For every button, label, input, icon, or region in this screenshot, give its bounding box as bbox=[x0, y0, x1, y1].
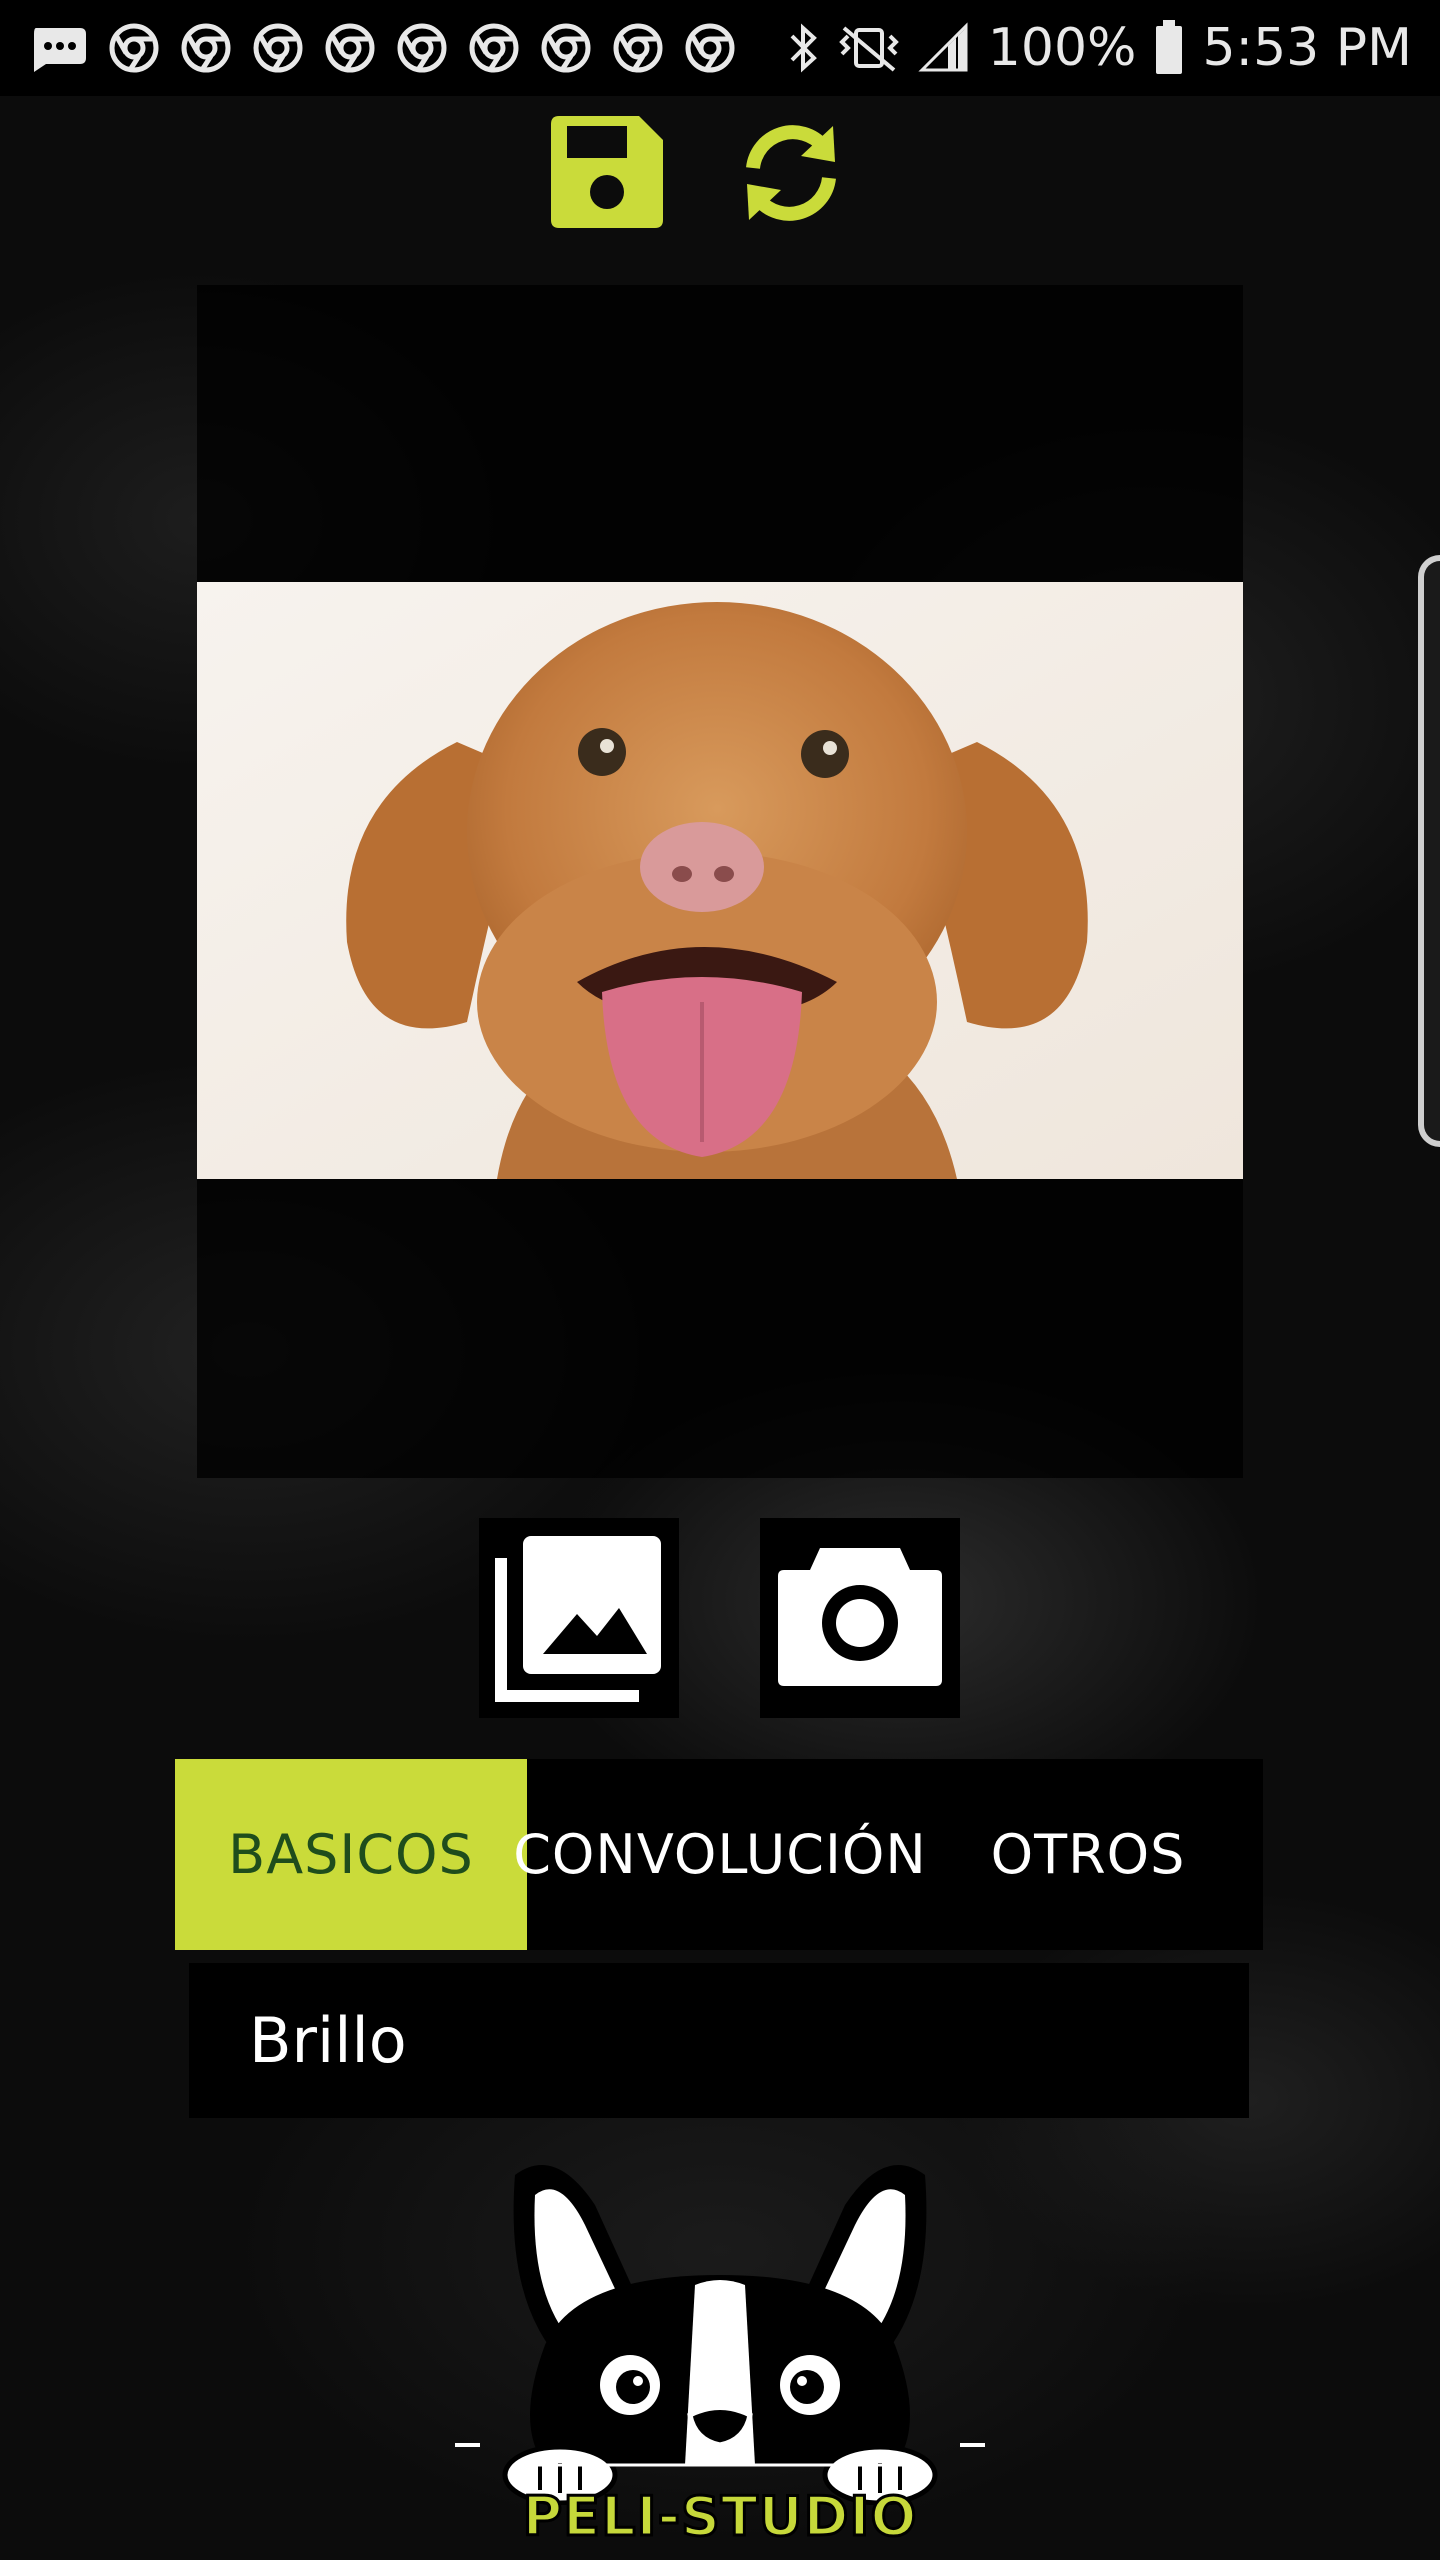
tab-basicos[interactable]: BASICOS bbox=[175, 1759, 527, 1950]
chrome-icon bbox=[469, 23, 519, 73]
refresh-button[interactable] bbox=[731, 112, 851, 232]
edge-panel-handle[interactable] bbox=[1418, 555, 1440, 1147]
chrome-icon bbox=[541, 23, 591, 73]
signal-icon bbox=[918, 22, 968, 72]
filter-tabs: BASICOS CONVOLUCIÓN OTROS bbox=[175, 1759, 1263, 1950]
chrome-icon bbox=[181, 23, 231, 73]
chrome-icon bbox=[613, 23, 663, 73]
notification-icons bbox=[28, 22, 736, 74]
system-status: 100% 5:53 PM bbox=[786, 14, 1412, 82]
clock: 5:53 PM bbox=[1202, 18, 1412, 78]
chrome-icon bbox=[109, 23, 159, 73]
bluetooth-icon bbox=[790, 23, 817, 73]
tab-otros[interactable]: OTROS bbox=[913, 1759, 1263, 1950]
camera-button[interactable] bbox=[760, 1518, 960, 1718]
filter-select[interactable]: Brillo bbox=[189, 1963, 1249, 2118]
bulldog-logo-icon bbox=[455, 2165, 985, 2506]
chrome-icon bbox=[397, 23, 447, 73]
chrome-icon bbox=[253, 23, 303, 73]
logo-text: PELI-STUDIO bbox=[521, 2484, 918, 2550]
refresh-icon bbox=[746, 125, 836, 221]
save-icon bbox=[551, 116, 663, 228]
gallery-icon bbox=[495, 1536, 661, 1702]
chrome-icon bbox=[685, 23, 735, 73]
battery-percent: 100% bbox=[987, 18, 1137, 78]
tab-convolucion[interactable]: CONVOLUCIÓN bbox=[513, 1759, 926, 1950]
chrome-icon bbox=[325, 23, 375, 73]
messages-icon bbox=[34, 28, 86, 72]
save-button[interactable] bbox=[547, 112, 667, 232]
status-bar: 100% 5:53 PM bbox=[0, 0, 1440, 96]
vibrate-icon bbox=[838, 26, 899, 72]
app-screen: 100% 5:53 PM BASICOS CONVOLUCIÓN OTROS B… bbox=[0, 0, 1440, 2560]
battery-icon bbox=[1156, 20, 1183, 74]
filter-selected-value: Brillo bbox=[249, 2004, 407, 2077]
tab-label: CONVOLUCIÓN bbox=[513, 1823, 927, 1886]
tab-label: OTROS bbox=[990, 1823, 1186, 1886]
dog-photo-image bbox=[197, 582, 1243, 1179]
dog-photo bbox=[197, 582, 1243, 1179]
tab-label: BASICOS bbox=[228, 1823, 474, 1886]
app-logo: PELI-STUDIO bbox=[455, 2145, 985, 2560]
camera-icon bbox=[778, 1548, 942, 1686]
gallery-button[interactable] bbox=[479, 1518, 679, 1718]
